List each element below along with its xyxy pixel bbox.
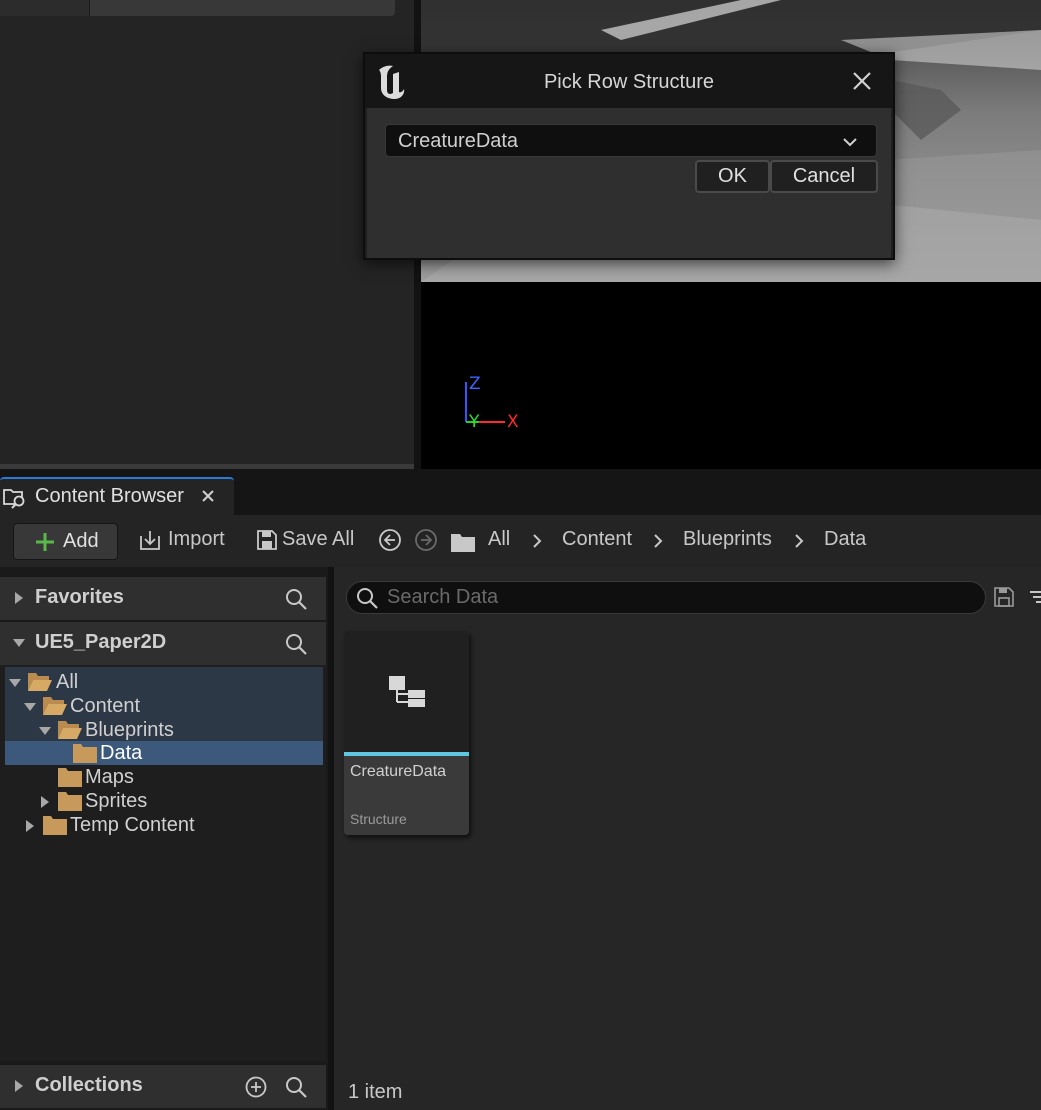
tree-item-maps[interactable]: Maps <box>57 766 308 790</box>
tree-item-temp-content[interactable]: Temp Content <box>23 814 308 838</box>
tab-content-browser[interactable]: Content Browser <box>0 477 234 515</box>
scrollbar-thumb[interactable] <box>0 0 90 16</box>
forward-arrow-icon <box>415 529 437 551</box>
save-search-icon[interactable] <box>993 586 1015 608</box>
asset-thumbnail <box>344 631 469 752</box>
content-browser-toolbar: Add Import Save All All Content Blueprin… <box>0 515 1041 567</box>
horizontal-scrollbar[interactable] <box>0 0 395 16</box>
axis-gizmo: Z Y X <box>461 372 531 436</box>
favorites-header[interactable]: Favorites <box>0 577 326 620</box>
search-input[interactable] <box>387 585 967 610</box>
tree-item-label: Sprites <box>85 790 148 812</box>
search-icon[interactable] <box>284 1075 308 1099</box>
structure-icon <box>389 676 425 707</box>
tree-item-data[interactable]: Data <box>72 742 308 766</box>
tree-item-label: Maps <box>85 766 134 788</box>
folder-open-icon <box>28 673 52 691</box>
import-button[interactable]: Import <box>138 528 238 554</box>
breadcrumb-data[interactable]: Data <box>824 528 866 551</box>
close-tab-icon[interactable] <box>200 488 216 504</box>
collections-header[interactable]: Collections <box>0 1065 326 1108</box>
pick-row-structure-dialog: Pick Row Structure CreatureData OK Cance… <box>363 52 895 260</box>
axis-z-label: Z <box>469 374 481 394</box>
sources-panel: Favorites UE5_Paper2D All Content Bluepr… <box>0 567 328 1110</box>
tree-item-all[interactable]: All <box>8 671 308 695</box>
project-label: UE5_Paper2D <box>35 631 167 653</box>
collapse-arrow-icon[interactable] <box>8 676 22 690</box>
import-label: Import <box>168 528 225 550</box>
breadcrumb-all[interactable]: All <box>488 528 510 551</box>
item-count: 1 item <box>348 1081 403 1103</box>
breadcrumb-blueprints[interactable]: Blueprints <box>683 528 772 551</box>
folder-icon[interactable] <box>450 531 476 553</box>
back-arrow-icon <box>379 529 401 551</box>
expand-arrow-icon[interactable] <box>12 591 26 605</box>
collapse-arrow-icon[interactable] <box>12 636 26 650</box>
tree-item-label: All <box>56 671 79 693</box>
dialog-body: CreatureData OK Cancel <box>367 108 891 258</box>
forward-button[interactable] <box>414 528 440 554</box>
add-label: Add <box>63 530 99 552</box>
save-icon <box>257 530 277 550</box>
folder-icon <box>43 816 67 835</box>
tab-title: Content Browser <box>35 485 184 507</box>
add-collection-icon[interactable] <box>244 1075 268 1099</box>
project-header[interactable]: UE5_Paper2D <box>0 622 326 665</box>
folder-open-icon <box>58 721 82 739</box>
save-all-button[interactable]: Save All <box>255 528 365 554</box>
chevron-right-icon[interactable] <box>652 534 664 548</box>
tree-item-content[interactable]: Content <box>23 695 308 719</box>
collections-label: Collections <box>35 1074 143 1096</box>
search-icon[interactable] <box>284 587 308 611</box>
tree-item-label: Data <box>100 742 143 764</box>
expand-arrow-icon[interactable] <box>23 819 37 833</box>
row-structure-dropdown[interactable]: CreatureData <box>385 124 877 157</box>
cancel-button[interactable]: Cancel <box>770 160 878 193</box>
tree-item-label: Content <box>70 695 141 717</box>
expand-arrow-icon[interactable] <box>12 1079 26 1093</box>
chevron-right-icon[interactable] <box>531 534 543 548</box>
search-icon[interactable] <box>284 632 308 656</box>
save-all-label: Save All <box>282 528 355 550</box>
import-icon <box>140 531 160 550</box>
add-button[interactable]: Add <box>13 523 118 560</box>
folder-tree: All Content Blueprints Data Maps Sprites… <box>0 665 326 1061</box>
dropdown-selected-value: CreatureData <box>398 130 519 152</box>
back-button[interactable] <box>378 528 404 554</box>
asset-type: Structure <box>350 811 407 827</box>
breadcrumb-content[interactable]: Content <box>562 528 632 551</box>
chevron-down-icon <box>843 138 857 147</box>
tree-item-label: Blueprints <box>85 719 174 741</box>
asset-type-color-bar <box>344 752 469 756</box>
axis-y-label: Y <box>469 412 480 432</box>
tree-item-sprites[interactable]: Sprites <box>38 790 308 814</box>
chevron-right-icon[interactable] <box>793 534 805 548</box>
close-icon[interactable] <box>849 68 875 94</box>
collapse-arrow-icon[interactable] <box>23 700 37 714</box>
plus-icon <box>36 533 54 551</box>
folder-open-icon <box>43 697 67 715</box>
folder-icon <box>58 792 82 811</box>
dialog-title: Pick Row Structure <box>543 71 715 93</box>
dialog-titlebar[interactable]: Pick Row Structure <box>365 54 893 108</box>
asset-view: CreatureData Structure 1 item <box>334 567 1041 1110</box>
search-icon <box>357 588 378 609</box>
expand-arrow-icon[interactable] <box>38 795 52 809</box>
collapse-arrow-icon[interactable] <box>38 724 52 738</box>
tree-item-blueprints[interactable]: Blueprints <box>38 719 308 743</box>
ok-button[interactable]: OK <box>695 160 770 193</box>
tree-item-label: Temp Content <box>70 814 195 836</box>
details-panel <box>0 0 414 466</box>
content-browser-icon <box>3 489 25 509</box>
asset-search-box[interactable] <box>346 581 986 614</box>
folder-icon <box>73 744 97 763</box>
filter-icon[interactable] <box>1028 587 1041 607</box>
asset-name: CreatureData <box>350 763 447 780</box>
favorites-label: Favorites <box>35 586 124 608</box>
folder-icon <box>58 768 82 787</box>
axis-x-label: X <box>507 412 519 432</box>
asset-tile[interactable]: CreatureData Structure <box>344 631 469 835</box>
